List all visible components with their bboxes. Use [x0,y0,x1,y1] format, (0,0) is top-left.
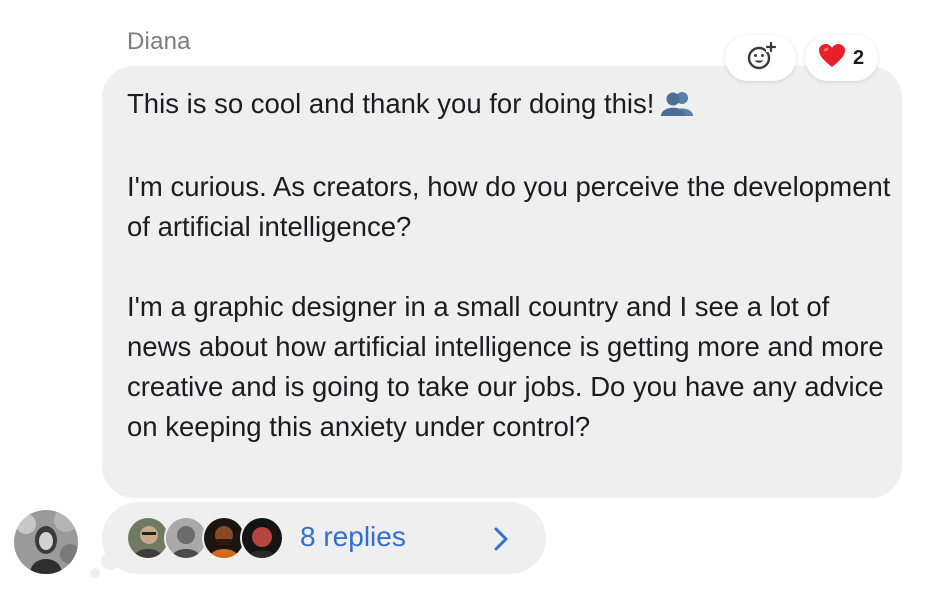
busts-in-silhouette-icon [660,87,694,127]
sender-name: Diana [127,28,191,55]
reply-avatar [240,516,284,560]
bubble-tail-dot [90,568,100,578]
add-reaction-icon [746,41,776,76]
message-paragraph-1: This is so cool and thank you for doing … [127,84,897,127]
heart-reaction[interactable]: 2 [805,35,878,81]
message-paragraph-3: I'm a graphic designer in a small countr… [127,291,884,442]
red-heart-icon [818,43,845,73]
add-reaction-button[interactable] [725,35,796,81]
thread-replies-button[interactable]: 8 replies [102,502,546,574]
avatar[interactable] [14,510,78,574]
replies-count[interactable]: 8 replies [300,521,406,553]
message-paragraph-2: I'm curious. As creators, how do you per… [127,171,891,242]
message-text: This is so cool and thank you for doing … [127,84,897,447]
chevron-right-icon [492,526,510,557]
reaction-count: 2 [852,46,865,69]
